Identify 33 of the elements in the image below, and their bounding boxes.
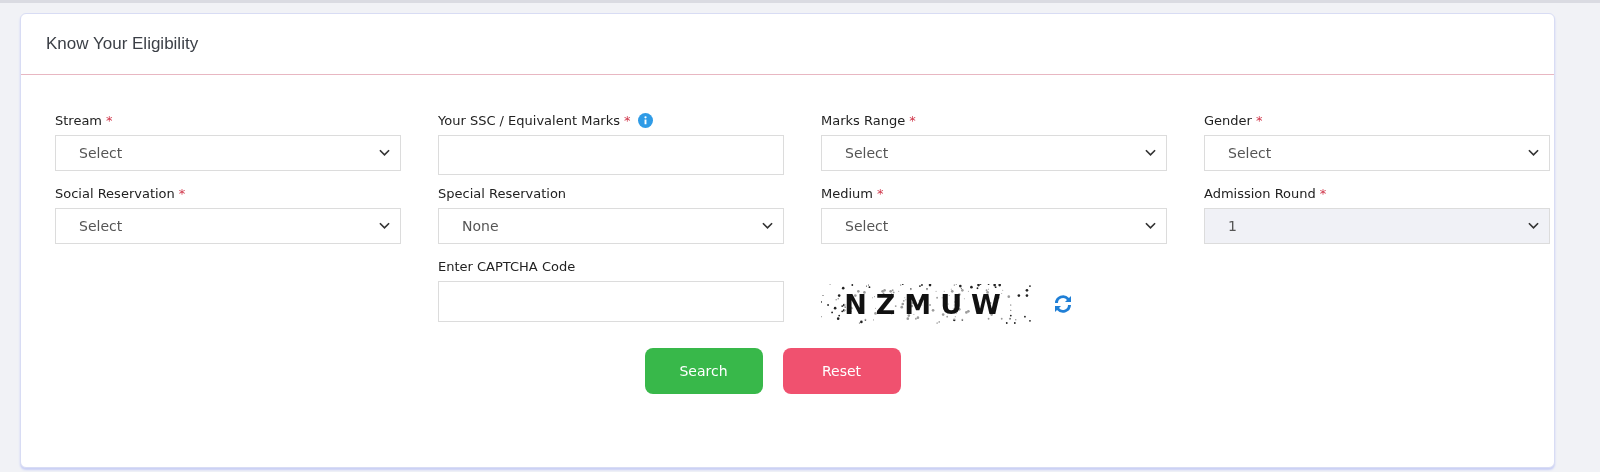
chevron-down-icon xyxy=(379,222,390,230)
select-dropdown[interactable]: Select xyxy=(821,208,1167,244)
captcha-image: NZMUW xyxy=(821,284,1033,324)
field-label: Enter CAPTCHA Code xyxy=(438,258,576,274)
field-label: Admission Round xyxy=(1204,185,1316,201)
chevron-down-icon xyxy=(1145,149,1156,157)
field-label: Social Reservation xyxy=(55,185,175,201)
field-label: Medium xyxy=(821,185,873,201)
select-dropdown[interactable]: Select xyxy=(821,135,1167,171)
required-mark: * xyxy=(624,112,631,128)
field-label: Your SSC / Equivalent Marks xyxy=(438,112,620,128)
chevron-down-icon xyxy=(1145,222,1156,230)
required-mark: * xyxy=(178,185,186,201)
chevron-down-icon xyxy=(379,149,390,157)
field-label: Stream xyxy=(55,112,103,128)
card-title: Know Your Eligibility xyxy=(46,34,199,54)
select-dropdown[interactable]: Select xyxy=(55,135,401,171)
required-mark: * xyxy=(1319,185,1327,201)
field-label: Gender xyxy=(1204,112,1252,128)
field-label: Special Reservation xyxy=(438,185,567,201)
required-mark: * xyxy=(1255,112,1263,128)
chevron-down-icon xyxy=(1528,222,1539,230)
field-label: Marks Range xyxy=(821,112,906,128)
text-input[interactable] xyxy=(438,135,784,175)
select-dropdown[interactable]: None xyxy=(438,208,784,244)
select-dropdown[interactable]: Select xyxy=(1204,135,1550,171)
required-mark: * xyxy=(909,112,916,128)
select-dropdown[interactable]: Select xyxy=(55,208,401,244)
captcha-input[interactable] xyxy=(438,281,784,322)
required-mark: * xyxy=(106,112,113,128)
chevron-down-icon xyxy=(1528,149,1539,157)
required-mark: * xyxy=(877,185,884,201)
chevron-down-icon xyxy=(762,222,773,230)
